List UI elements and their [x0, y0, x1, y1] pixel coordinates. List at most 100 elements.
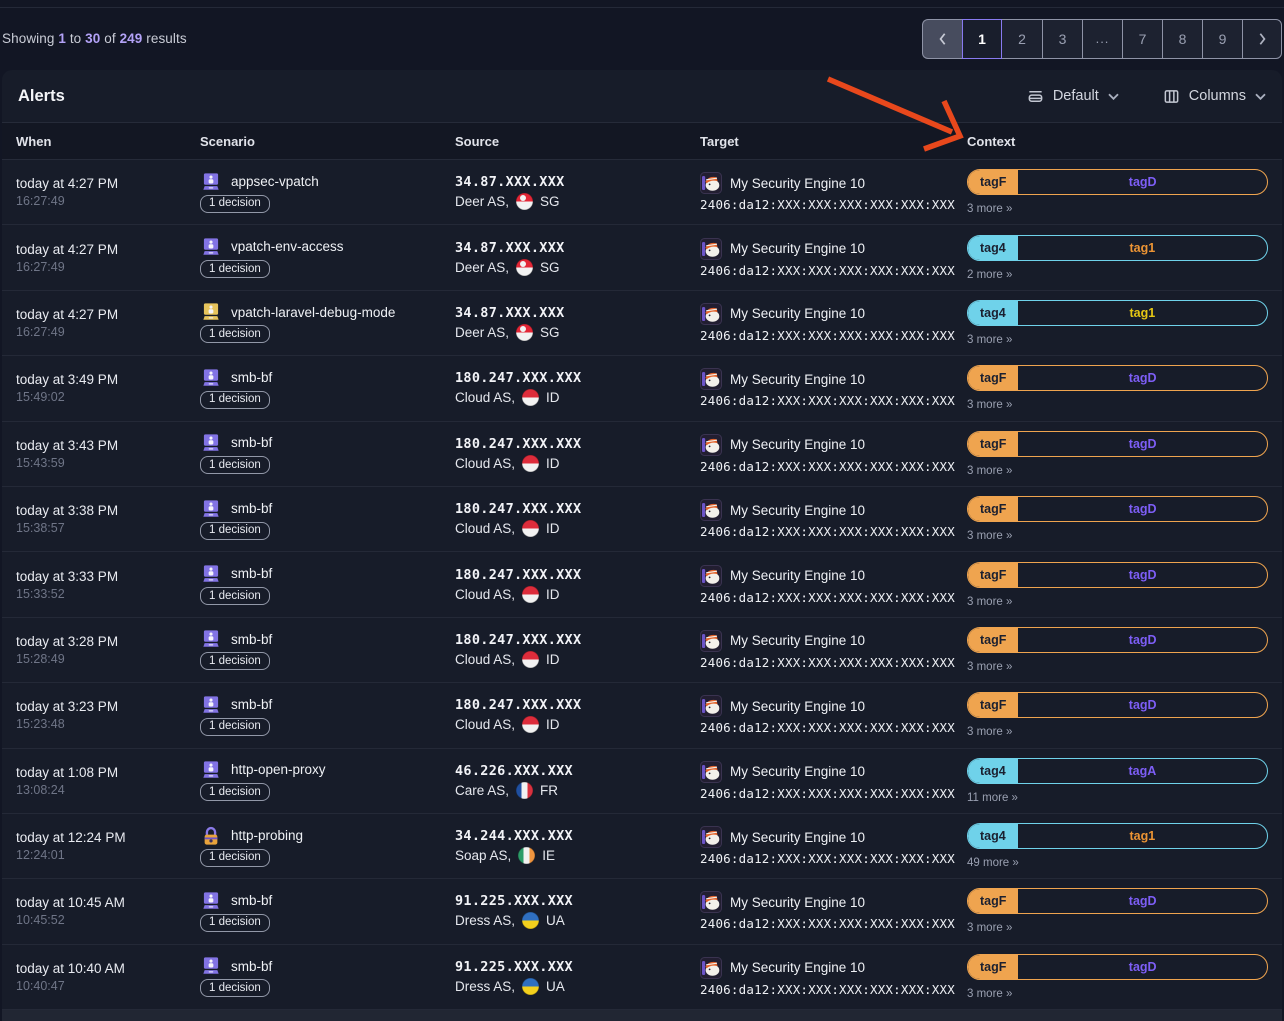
when-time: 15:49:02 — [16, 390, 190, 404]
context-tag-pill[interactable]: tagF tagD — [967, 431, 1268, 457]
source-ip: 180.247.XXX.XXX — [455, 501, 690, 517]
when-cell: today at 3:49 PM 15:49:02 — [16, 356, 200, 420]
decision-count-badge: 1 decision — [200, 195, 270, 213]
context-more-link[interactable]: 3 more » — [967, 726, 1268, 738]
columns-selector[interactable]: Columns — [1163, 88, 1266, 105]
context-tag-pill[interactable]: tagF tagD — [967, 562, 1268, 588]
source-ip: 180.247.XXX.XXX — [455, 567, 690, 583]
table-row[interactable]: today at 3:49 PM 15:49:02 — [2, 356, 1282, 421]
table-row[interactable]: today at 3:28 PM 15:28:49 — [2, 618, 1282, 683]
context-tag-pill[interactable]: tagF tagD — [967, 627, 1268, 653]
source-ip: 180.247.XXX.XXX — [455, 436, 690, 452]
scenario-name: smb-bf — [231, 958, 272, 976]
source-ip: 91.225.XXX.XXX — [455, 959, 690, 975]
pagination-page-9[interactable]: 9 — [1202, 19, 1242, 59]
laptop-purple-icon — [200, 368, 222, 388]
context-more-link[interactable]: 3 more » — [967, 988, 1268, 1000]
table-row[interactable]: today at 10:45 AM 10:45:52 — [2, 879, 1282, 944]
pagination-page-8[interactable]: 8 — [1162, 19, 1202, 59]
table-row[interactable]: today at 3:43 PM 15:43:59 — [2, 422, 1282, 487]
laptop-purple-icon — [200, 564, 222, 584]
decision-count-badge: 1 decision — [200, 718, 270, 736]
target-cell: My Security Engine 10 2406:da12:XXX:XXX:… — [700, 618, 967, 682]
column-header-source: Source — [455, 134, 700, 149]
context-cell: tagF tagD 3 more » — [967, 552, 1268, 616]
when-time: 16:27:49 — [16, 260, 190, 274]
table-row[interactable]: today at 3:33 PM 15:33:52 — [2, 552, 1282, 617]
decision-count-badge: 1 decision — [200, 260, 270, 278]
context-tag-pill[interactable]: tagF tagD — [967, 954, 1268, 980]
context-more-link[interactable]: 3 more » — [967, 596, 1268, 608]
context-more-link[interactable]: 3 more » — [967, 661, 1268, 673]
when-text: today at 3:38 PM — [16, 503, 190, 518]
context-tag-pill[interactable]: tagF tagD — [967, 169, 1268, 195]
pagination-page-3[interactable]: 3 — [1042, 19, 1082, 59]
source-country-code: ID — [546, 717, 560, 732]
context-more-link[interactable]: 11 more » — [967, 792, 1268, 804]
target-cell: My Security Engine 10 2406:da12:XXX:XXX:… — [700, 291, 967, 355]
pagination-page-7[interactable]: 7 — [1122, 19, 1162, 59]
when-text: today at 10:40 AM — [16, 961, 190, 976]
context-tag-pill[interactable]: tagF tagD — [967, 365, 1268, 391]
when-text: today at 3:49 PM — [16, 372, 190, 387]
source-as-name: Care AS, — [455, 783, 509, 798]
context-tag-right: tagD — [1018, 366, 1267, 390]
target-name: My Security Engine 10 — [730, 895, 865, 910]
context-more-link[interactable]: 49 more » — [967, 857, 1268, 869]
context-tag-right: tagD — [1018, 563, 1267, 587]
flag-sg-icon — [516, 259, 533, 276]
context-tag-pill[interactable]: tagF tagD — [967, 496, 1268, 522]
pagination-page-1[interactable]: 1 — [962, 19, 1002, 59]
table-row[interactable]: today at 4:27 PM 16:27:49 — [2, 225, 1282, 290]
security-engine-avatar-icon — [700, 499, 722, 521]
context-more-link[interactable]: 3 more » — [967, 203, 1268, 215]
context-tag-pill[interactable]: tag4 tag1 — [967, 300, 1268, 326]
source-as-name: Cloud AS, — [455, 390, 515, 405]
view-selector-default[interactable]: Default — [1027, 88, 1119, 105]
target-ip: 2406:da12:XXX:XXX:XXX:XXX:XXX:XXX — [700, 655, 957, 670]
context-tag-left: tagF — [968, 889, 1018, 913]
context-more-link[interactable]: 2 more » — [967, 269, 1268, 281]
alerts-table-body: today at 4:27 PM 16:27:49 — [2, 160, 1282, 1010]
table-row[interactable]: today at 1:08 PM 13:08:24 — [2, 749, 1282, 814]
context-more-link[interactable]: 3 more » — [967, 399, 1268, 411]
table-row[interactable]: today at 3:38 PM 15:38:57 — [2, 487, 1282, 552]
laptop-purple-icon — [200, 891, 222, 911]
context-more-link[interactable]: 3 more » — [967, 334, 1268, 346]
flag-id-icon — [522, 716, 539, 733]
context-tag-left: tagF — [968, 497, 1018, 521]
decision-count-badge: 1 decision — [200, 914, 270, 932]
target-name: My Security Engine 10 — [730, 830, 865, 845]
table-row[interactable]: today at 4:27 PM 16:27:49 — [2, 160, 1282, 225]
context-cell: tagF tagD 3 more » — [967, 160, 1268, 224]
context-tag-pill[interactable]: tag4 tag1 — [967, 823, 1268, 849]
context-tag-pill[interactable]: tag4 tagA — [967, 758, 1268, 784]
table-row[interactable]: today at 3:23 PM 15:23:48 — [2, 683, 1282, 748]
flag-sg-icon — [516, 324, 533, 341]
decision-count-badge: 1 decision — [200, 325, 270, 343]
table-row[interactable]: today at 4:27 PM 16:27:49 — [2, 291, 1282, 356]
source-cell: 34.87.XXX.XXX Deer AS, SG — [455, 225, 700, 289]
target-ip: 2406:da12:XXX:XXX:XXX:XXX:XXX:XXX — [700, 524, 957, 539]
context-more-link[interactable]: 3 more » — [967, 465, 1268, 477]
page-title: Alerts — [18, 87, 65, 106]
table-row[interactable]: today at 10:40 AM 10:40:47 — [2, 945, 1282, 1010]
context-tag-right: tagD — [1018, 955, 1267, 979]
flag-sg-icon — [516, 193, 533, 210]
decision-count-badge: 1 decision — [200, 522, 270, 540]
when-text: today at 4:27 PM — [16, 242, 190, 257]
context-tag-pill[interactable]: tag4 tag1 — [967, 235, 1268, 261]
source-cell: 180.247.XXX.XXX Cloud AS, ID — [455, 552, 700, 616]
context-more-link[interactable]: 3 more » — [967, 530, 1268, 542]
scenario-cell: vpatch-env-access 1 decision — [200, 225, 455, 289]
when-time: 15:43:59 — [16, 456, 190, 470]
table-row[interactable]: today at 12:24 PM 12:24:01 — [2, 814, 1282, 879]
context-more-link[interactable]: 3 more » — [967, 922, 1268, 934]
pagination-page-2[interactable]: 2 — [1002, 19, 1042, 59]
source-ip: 34.87.XXX.XXX — [455, 305, 690, 321]
pagination-next-button[interactable] — [1242, 19, 1282, 59]
target-name: My Security Engine 10 — [730, 503, 865, 518]
context-tag-pill[interactable]: tagF tagD — [967, 692, 1268, 718]
source-country-code: IE — [542, 848, 555, 863]
context-tag-pill[interactable]: tagF tagD — [967, 888, 1268, 914]
